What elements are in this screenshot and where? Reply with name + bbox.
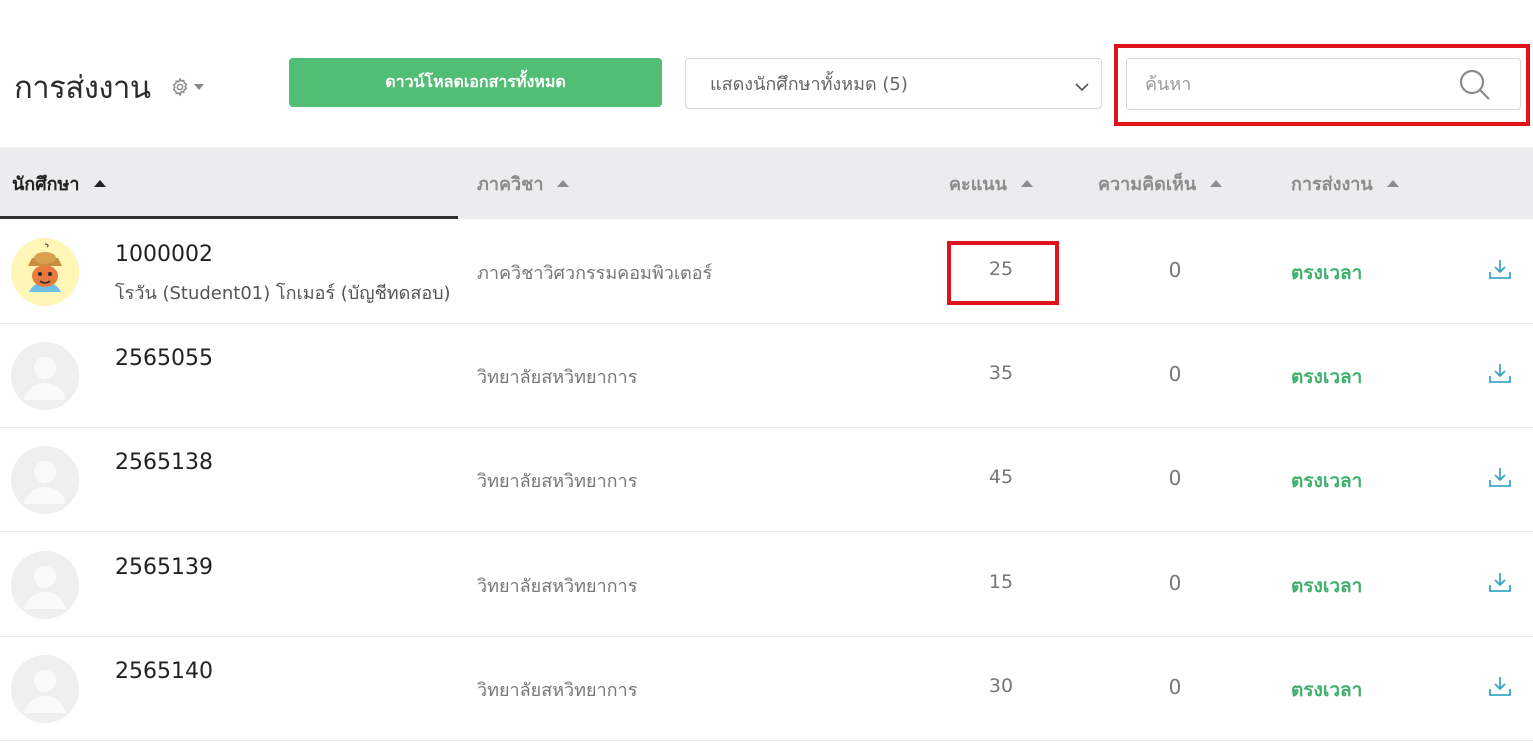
download-icon[interactable] xyxy=(1488,258,1512,284)
settings-menu[interactable] xyxy=(170,77,204,97)
status-badge: ตรงเวลา xyxy=(1291,470,1363,492)
column-header-submission[interactable]: การส่งงาน xyxy=(1291,147,1399,219)
student-name: โรวัน (Student01) โกเมอร์ (บัญชีทดสอบ) xyxy=(115,283,451,304)
filter-value: แสดงนักศึกษาทั้งหมด (5) xyxy=(710,74,908,95)
column-header-student[interactable]: นักศึกษา xyxy=(12,147,106,219)
student-id: 1000002 xyxy=(115,242,213,267)
student-filter-select[interactable]: แสดงนักศึกษาทั้งหมด (5) xyxy=(685,58,1102,109)
sort-asc-icon xyxy=(1020,179,1033,187)
score[interactable]: 45 xyxy=(940,466,1062,488)
gear-icon xyxy=(170,77,190,97)
comment-count[interactable]: 0 xyxy=(1125,466,1225,490)
comment-count[interactable]: 0 xyxy=(1125,675,1225,699)
score[interactable]: 15 xyxy=(940,571,1062,593)
department: วิทยาลัยสหวิทยาการ xyxy=(477,680,638,701)
student-id: 2565138 xyxy=(115,450,213,475)
department: วิทยาลัยสหวิทยาการ xyxy=(477,576,638,597)
status-badge: ตรงเวลา xyxy=(1291,262,1363,284)
student-id: 2565055 xyxy=(115,346,213,371)
score[interactable]: 30 xyxy=(940,675,1062,697)
sort-asc-icon xyxy=(1386,179,1399,187)
download-icon[interactable] xyxy=(1488,675,1512,701)
avatar xyxy=(11,238,79,306)
comment-count[interactable]: 0 xyxy=(1125,258,1225,282)
sort-asc-icon xyxy=(557,179,570,187)
department: วิทยาลัยสหวิทยาการ xyxy=(477,367,638,388)
avatar xyxy=(11,655,79,723)
avatar xyxy=(11,551,79,619)
column-label: ภาควิชา xyxy=(477,173,544,195)
table-row[interactable]: 2565139 วิทยาลัยสหวิทยาการ 15 0 ตรงเวลา xyxy=(0,533,1533,637)
column-header-comments[interactable]: ความคิดเห็น xyxy=(1098,147,1223,219)
column-header-score[interactable]: คะแนน xyxy=(949,147,1033,219)
table-row[interactable]: 2565140 วิทยาลัยสหวิทยาการ 30 0 ตรงเวลา xyxy=(0,637,1533,741)
student-id: 2565139 xyxy=(115,555,213,580)
column-label: คะแนน xyxy=(949,173,1007,195)
avatar xyxy=(11,342,79,410)
department: ภาควิชาวิศวกรรมคอมพิวเตอร์ xyxy=(477,263,713,284)
comment-count[interactable]: 0 xyxy=(1125,571,1225,595)
download-icon[interactable] xyxy=(1488,466,1512,492)
status-badge: ตรงเวลา xyxy=(1291,679,1363,701)
score[interactable]: 25 xyxy=(940,258,1062,280)
table-header: นักศึกษา ภาควิชา คะแนน ความคิดเห็น การส่… xyxy=(0,147,1533,219)
column-label: ความคิดเห็น xyxy=(1098,173,1197,195)
search-input[interactable] xyxy=(1127,59,1465,109)
table-row[interactable]: 2565138 วิทยาลัยสหวิทยาการ 45 0 ตรงเวลา xyxy=(0,428,1533,532)
comment-count[interactable]: 0 xyxy=(1125,362,1225,386)
sort-asc-icon xyxy=(93,179,106,187)
download-icon[interactable] xyxy=(1488,571,1512,597)
score[interactable]: 35 xyxy=(940,362,1062,384)
column-label: นักศึกษา xyxy=(12,173,80,195)
column-label: การส่งงาน xyxy=(1291,173,1373,195)
column-header-department[interactable]: ภาควิชา xyxy=(477,147,570,219)
status-badge: ตรงเวลา xyxy=(1291,366,1363,388)
search-icon[interactable] xyxy=(1458,68,1492,106)
student-id: 2565140 xyxy=(115,659,213,684)
table-row[interactable]: 2565055 วิทยาลัยสหวิทยาการ 35 0 ตรงเวลา xyxy=(0,324,1533,428)
page-title: การส่งงาน xyxy=(14,70,151,106)
caret-down-icon xyxy=(194,84,204,90)
search-box[interactable] xyxy=(1126,58,1521,110)
active-sort-indicator xyxy=(0,216,458,219)
department: วิทยาลัยสหวิทยาการ xyxy=(477,471,638,492)
status-badge: ตรงเวลา xyxy=(1291,575,1363,597)
avatar xyxy=(11,446,79,514)
sort-asc-icon xyxy=(1210,179,1223,187)
download-all-button[interactable]: ดาวน์โหลดเอกสารทั้งหมด xyxy=(289,58,662,107)
download-icon[interactable] xyxy=(1488,362,1512,388)
table-row[interactable]: 1000002 โรวัน (Student01) โกเมอร์ (บัญชี… xyxy=(0,220,1533,324)
chevron-down-icon xyxy=(1075,77,1089,96)
